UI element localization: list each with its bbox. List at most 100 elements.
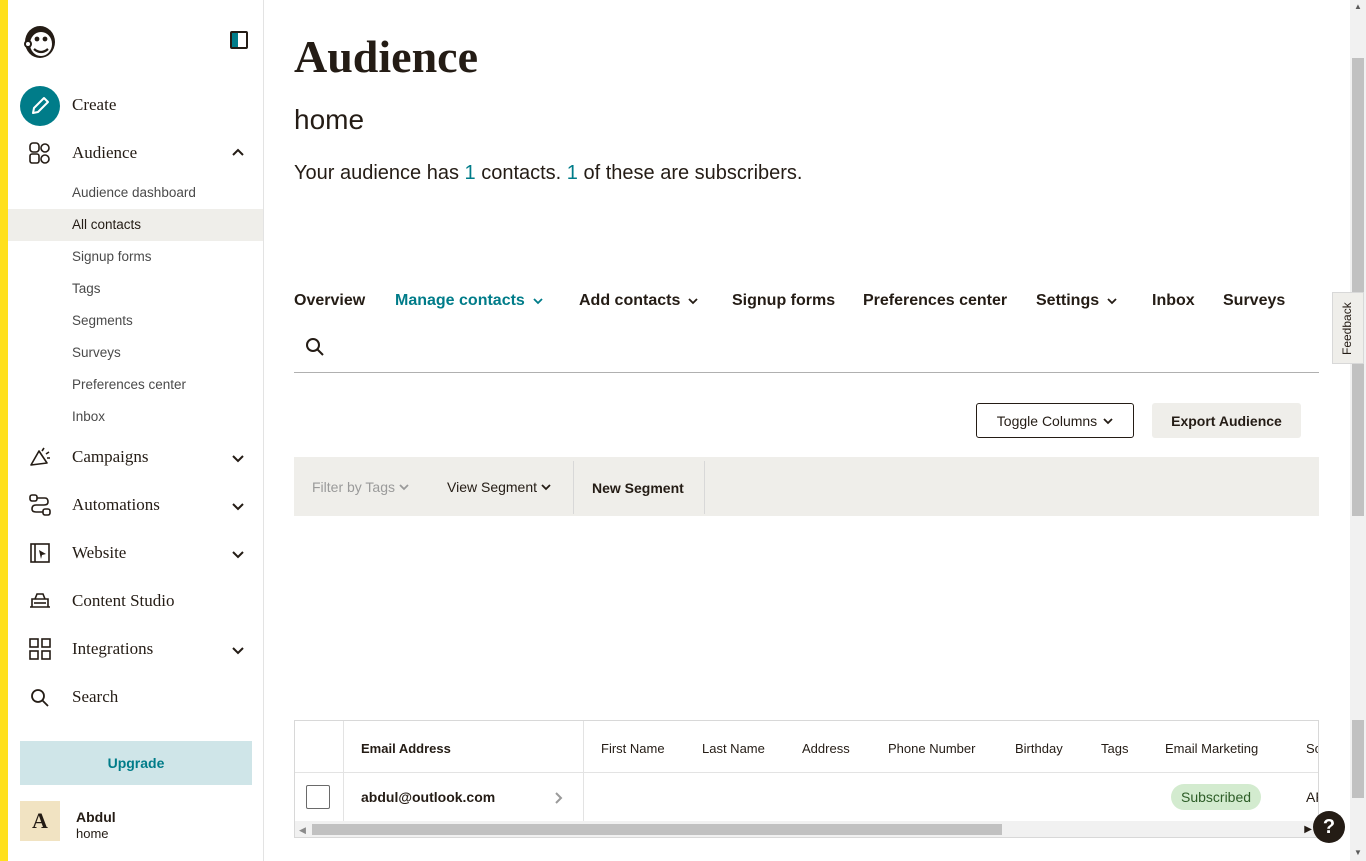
- tab-surveys-label: Surveys: [1223, 292, 1286, 309]
- scrollbar-thumb[interactable]: [1352, 58, 1364, 516]
- chevron-down-icon: [1107, 298, 1117, 305]
- tab-add-contacts[interactable]: Add contacts: [579, 292, 698, 310]
- column-header-tags[interactable]: Tags: [1101, 741, 1128, 756]
- column-header-email-marketing[interactable]: Email Marketing: [1165, 741, 1258, 756]
- avatar: A: [20, 801, 60, 841]
- chevron-down-icon[interactable]: [230, 498, 246, 514]
- divider: [295, 772, 1318, 773]
- mailchimp-logo-icon[interactable]: [22, 20, 58, 60]
- chevron-down-icon: [541, 484, 551, 491]
- divider: [583, 721, 584, 821]
- feedback-tab[interactable]: Feedback: [1332, 292, 1364, 364]
- brand-strip: [0, 0, 8, 861]
- tab-inbox-label: Inbox: [1152, 292, 1195, 309]
- sidebar-item-audience-dashboard[interactable]: Audience dashboard: [8, 177, 263, 209]
- tab-manage-contacts[interactable]: Manage contacts: [395, 292, 543, 310]
- chevron-up-icon[interactable]: [230, 145, 246, 161]
- automations-icon: [29, 494, 51, 516]
- tab-overview[interactable]: Overview: [294, 292, 365, 310]
- search-icon: [31, 689, 49, 707]
- column-header-source[interactable]: So: [1306, 741, 1318, 756]
- tab-signup-forms[interactable]: Signup forms: [732, 292, 835, 310]
- view-segment-label: View Segment: [447, 479, 538, 495]
- sidebar-item-preferences-center[interactable]: Preferences center: [8, 369, 263, 401]
- tab-add-contacts-label: Add contacts: [579, 292, 681, 309]
- tab-surveys[interactable]: Surveys: [1223, 292, 1285, 310]
- nav-website-label[interactable]: Website: [72, 543, 126, 563]
- toggle-columns-label: Toggle Columns: [996, 412, 1098, 429]
- tab-preferences-center[interactable]: Preferences center: [863, 292, 1007, 310]
- chevron-down-icon[interactable]: [230, 642, 246, 658]
- column-header-first-name[interactable]: First Name: [601, 741, 665, 756]
- integrations-icon: [29, 638, 51, 660]
- summary-prefix: Your audience has: [294, 162, 465, 184]
- contact-email-link[interactable]: abdul@outlook.com: [361, 789, 495, 805]
- nav-audience-label[interactable]: Audience: [72, 143, 137, 163]
- column-header-birthday[interactable]: Birthday: [1015, 741, 1063, 756]
- scroll-left-icon[interactable]: ◀: [299, 825, 306, 836]
- summary-middle: contacts.: [475, 162, 567, 184]
- segment-filter-bar: Filter by Tags View Segment New Segment: [294, 457, 1319, 516]
- nav-campaigns-label[interactable]: Campaigns: [72, 447, 149, 467]
- nav-automations-label[interactable]: Automations: [72, 495, 160, 515]
- collapse-sidebar-button[interactable]: [230, 31, 248, 49]
- nav-search-label[interactable]: Search: [72, 687, 118, 707]
- nav-create-label[interactable]: Create: [72, 95, 116, 115]
- sidebar-item-surveys[interactable]: Surveys: [8, 337, 263, 369]
- column-header-phone-number[interactable]: Phone Number: [888, 741, 975, 756]
- chevron-down-icon: [1103, 417, 1113, 424]
- scroll-down-icon[interactable]: ▼: [1354, 848, 1362, 857]
- upgrade-button[interactable]: Upgrade: [20, 741, 252, 785]
- vertical-scrollbar[interactable]: ▲ ▼: [1350, 0, 1366, 861]
- tab-settings[interactable]: Settings: [1036, 292, 1117, 310]
- column-header-address[interactable]: Address: [802, 741, 850, 756]
- audience-name: home: [294, 104, 365, 135]
- horizontal-scrollbar[interactable]: ◀ ▶: [295, 821, 1318, 837]
- sidebar-item-inbox[interactable]: Inbox: [8, 401, 263, 433]
- tab-overview-label: Overview: [294, 292, 366, 309]
- account-menu[interactable]: A Abdul home: [20, 801, 252, 843]
- feedback-label: Feedback: [1340, 302, 1354, 355]
- audience-icon: [29, 142, 50, 164]
- summary-suffix: of these are subscribers.: [577, 162, 803, 184]
- user-account-name: home: [76, 826, 109, 841]
- new-segment-button[interactable]: New Segment: [592, 480, 684, 496]
- chevron-down-icon: [533, 298, 543, 305]
- contacts-count: 1: [464, 162, 476, 184]
- main-content: Audience home Your audience has 1 contac…: [264, 0, 1350, 861]
- view-segment-dropdown[interactable]: View Segment: [447, 479, 551, 495]
- megaphone-icon: [30, 447, 50, 466]
- sidebar-item-signup-forms[interactable]: Signup forms: [8, 241, 263, 273]
- audience-tabs: Overview Manage contacts Add contacts Si…: [294, 288, 1319, 373]
- help-button[interactable]: ?: [1313, 811, 1345, 843]
- scroll-up-icon[interactable]: ▲: [1354, 2, 1362, 11]
- scrollbar-thumb[interactable]: [312, 824, 1002, 835]
- export-audience-button[interactable]: Export Audience: [1152, 403, 1301, 438]
- nav-integrations-label[interactable]: Integrations: [72, 639, 153, 659]
- scroll-right-icon[interactable]: ▶: [1304, 824, 1312, 835]
- chevron-down-icon[interactable]: [230, 546, 246, 562]
- tab-signup-forms-label: Signup forms: [732, 292, 836, 309]
- tab-inbox[interactable]: Inbox: [1152, 292, 1195, 310]
- tab-manage-contacts-label: Manage contacts: [395, 292, 525, 309]
- source-cell: AF: [1306, 789, 1318, 805]
- chevron-down-icon[interactable]: [230, 450, 246, 466]
- chevron-right-icon[interactable]: [553, 791, 565, 805]
- column-header-last-name[interactable]: Last Name: [702, 741, 765, 756]
- divider: [573, 461, 574, 514]
- content-studio-icon: [30, 593, 50, 608]
- sidebar-item-segments[interactable]: Segments: [8, 305, 263, 337]
- filter-by-tags-dropdown[interactable]: Filter by Tags: [312, 479, 409, 495]
- scrollbar-thumb[interactable]: [1352, 720, 1364, 798]
- create-button[interactable]: [20, 86, 60, 126]
- sidebar-item-tags[interactable]: Tags: [8, 273, 263, 305]
- tab-preferences-center-label: Preferences center: [863, 292, 1008, 309]
- toggle-columns-button[interactable]: Toggle Columns: [976, 403, 1134, 438]
- nav-content-studio-label[interactable]: Content Studio: [72, 591, 174, 611]
- filter-by-tags-label: Filter by Tags: [312, 479, 395, 495]
- column-header-email[interactable]: Email Address: [361, 741, 451, 756]
- row-checkbox[interactable]: [306, 785, 330, 809]
- user-name: Abdul: [76, 809, 116, 825]
- sidebar-item-all-contacts[interactable]: All contacts: [8, 209, 263, 241]
- search-icon[interactable]: [304, 336, 326, 358]
